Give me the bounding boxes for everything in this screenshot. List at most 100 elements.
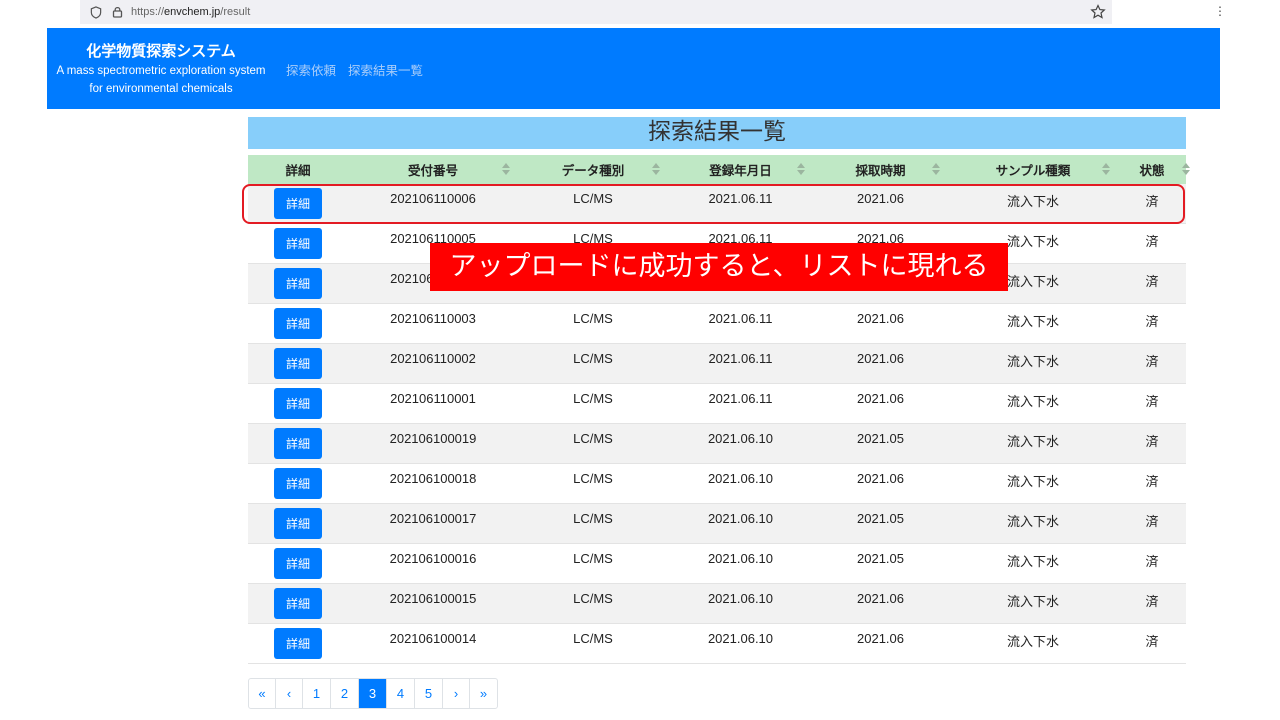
cell-receipt-number: 202106100014 bbox=[389, 631, 477, 646]
cell-sampling-period: 2021.06 bbox=[857, 591, 904, 606]
table-row: 詳細 202106110001 LC/MS 2021.06.11 2021.06 流入下水… bbox=[248, 384, 1186, 424]
sort-icon[interactable] bbox=[1102, 163, 1110, 176]
sort-icon[interactable] bbox=[652, 163, 660, 176]
sort-icon[interactable] bbox=[1182, 163, 1190, 176]
page-link[interactable]: « bbox=[249, 679, 276, 708]
header-sample-type[interactable]: サンプル種類 bbox=[948, 155, 1118, 184]
pagination: «‹ 1 2 3 4 5 ›» bbox=[248, 678, 498, 709]
cell-detail: 詳細 bbox=[248, 624, 348, 663]
cell-sample-type: 流入下水 bbox=[1006, 315, 1059, 330]
cell-detail: 詳細 bbox=[248, 584, 348, 623]
detail-button[interactable]: 詳細 bbox=[274, 388, 322, 419]
detail-button[interactable]: 詳細 bbox=[274, 588, 322, 619]
brand-subtitle-line2: for environmental chemicals bbox=[89, 83, 233, 95]
detail-button[interactable]: 詳細 bbox=[274, 468, 322, 499]
page-link[interactable]: 1 bbox=[303, 679, 331, 708]
cell-data-type: LC/MS bbox=[573, 431, 613, 446]
address-bar[interactable]: https://envchem.jp/result bbox=[80, 0, 1112, 24]
brand-subtitle-line1: A mass spectrometric exploration system bbox=[56, 65, 266, 77]
cell-detail: 詳細 bbox=[248, 264, 348, 303]
cell-status: 済 bbox=[1145, 555, 1159, 570]
url-text: https://envchem.jp/result bbox=[131, 6, 251, 18]
results-table: 詳細 受付番号 データ種別 登録年月日 採取時期 サンプル種類 状態 詳細 202… bbox=[248, 155, 1190, 664]
page-link[interactable]: › bbox=[443, 679, 470, 708]
cell-data-type: LC/MS bbox=[573, 391, 613, 406]
cell-registration-date: 2021.06.11 bbox=[708, 391, 773, 406]
sort-icon[interactable] bbox=[502, 163, 510, 176]
table-row: 詳細 202106100015 LC/MS 2021.06.10 2021.06 流入下水… bbox=[248, 584, 1186, 624]
table-row: 詳細 202106110003 LC/MS 2021.06.11 2021.06 流入下水… bbox=[248, 304, 1186, 344]
cell-detail: 詳細 bbox=[248, 464, 348, 503]
cell-registration-date: 2021.06.10 bbox=[707, 431, 774, 446]
cell-data-type: LC/MS bbox=[573, 311, 613, 326]
detail-button[interactable]: 詳細 bbox=[274, 428, 322, 459]
cell-registration-date: 2021.06.10 bbox=[707, 471, 774, 486]
header-data-type[interactable]: データ種別 bbox=[518, 155, 668, 184]
cell-data-type: LC/MS bbox=[573, 351, 613, 366]
page-link[interactable]: ‹ bbox=[276, 679, 303, 708]
bookmark-star-icon[interactable] bbox=[1090, 4, 1106, 20]
cell-data-type: LC/MS bbox=[573, 631, 613, 646]
header-registration-date[interactable]: 登録年月日 bbox=[668, 155, 813, 184]
table-row: 詳細 202106100019 LC/MS 2021.06.10 2021.05 流入下水… bbox=[248, 424, 1186, 464]
cell-registration-date: 2021.06.11 bbox=[708, 351, 773, 366]
detail-button[interactable]: 詳細 bbox=[274, 348, 322, 379]
nav-link-request[interactable]: 探索依頼 bbox=[286, 60, 336, 79]
cell-receipt-number: 202106110001 bbox=[390, 391, 476, 406]
shield-icon bbox=[90, 5, 102, 19]
cell-receipt-number: 202106100016 bbox=[389, 551, 477, 566]
header-detail: 詳細 bbox=[285, 163, 311, 178]
table-row: 詳細 202106100016 LC/MS 2021.06.10 2021.05 流入下水… bbox=[248, 544, 1186, 584]
detail-button[interactable]: 詳細 bbox=[274, 268, 322, 299]
table-row: 詳細 202106100018 LC/MS 2021.06.10 2021.06 流入下水… bbox=[248, 464, 1186, 504]
header-sampling-period[interactable]: 採取時期 bbox=[813, 155, 948, 184]
cell-data-type: LC/MS bbox=[573, 511, 613, 526]
nav-links: 探索依頼 探索結果一覧 bbox=[286, 60, 423, 79]
page-link[interactable]: 3 bbox=[359, 679, 387, 708]
cell-sample-type: 流入下水 bbox=[1006, 355, 1059, 370]
detail-button[interactable]: 詳細 bbox=[274, 628, 322, 659]
table-row: 詳細 202106100014 LC/MS 2021.06.10 2021.06 流入下水… bbox=[248, 624, 1186, 664]
cell-sample-type: 流入下水 bbox=[1006, 555, 1059, 570]
detail-button[interactable]: 詳細 bbox=[274, 308, 322, 339]
cell-sampling-period: 2021.06 bbox=[857, 311, 904, 326]
detail-button[interactable]: 詳細 bbox=[274, 228, 322, 259]
cell-sample-type: 流入下水 bbox=[1006, 475, 1059, 490]
table-row: 詳細 202106110002 LC/MS 2021.06.11 2021.06 流入下水… bbox=[248, 344, 1186, 384]
cell-receipt-number: 202106100019 bbox=[389, 431, 477, 446]
cell-status: 済 bbox=[1145, 275, 1159, 290]
page-link[interactable]: 2 bbox=[331, 679, 359, 708]
page-link[interactable]: 4 bbox=[387, 679, 415, 708]
cell-data-type: LC/MS bbox=[573, 471, 613, 486]
cell-sampling-period: 2021.06 bbox=[857, 631, 904, 646]
cell-sample-type: 流入下水 bbox=[1006, 435, 1059, 450]
navbar: 化学物質探索システム A mass spectrometric explorat… bbox=[47, 28, 1220, 109]
table-header: 詳細 受付番号 データ種別 登録年月日 採取時期 サンプル種類 状態 bbox=[248, 155, 1190, 184]
lock-icon bbox=[112, 6, 123, 18]
detail-button[interactable]: 詳細 bbox=[274, 508, 322, 539]
brand[interactable]: 化学物質探索システム A mass spectrometric explorat… bbox=[47, 40, 275, 98]
sort-icon[interactable] bbox=[797, 163, 805, 176]
sort-icon[interactable] bbox=[932, 163, 940, 176]
page-link[interactable]: 5 bbox=[415, 679, 443, 708]
detail-button[interactable]: 詳細 bbox=[274, 548, 322, 579]
cell-receipt-number: 202106100018 bbox=[389, 471, 477, 486]
cell-sample-type: 流入下水 bbox=[1006, 395, 1059, 410]
cell-sample-type: 流入下水 bbox=[1006, 635, 1059, 650]
cell-detail: 詳細 bbox=[248, 424, 348, 463]
highlight-box bbox=[242, 184, 1185, 224]
header-receipt-number[interactable]: 受付番号 bbox=[348, 155, 518, 184]
cell-registration-date: 2021.06.10 bbox=[707, 511, 774, 526]
cell-registration-date: 2021.06.10 bbox=[707, 551, 774, 566]
cell-receipt-number: 202106110002 bbox=[390, 351, 476, 366]
cell-registration-date: 2021.06.10 bbox=[707, 631, 774, 646]
cell-registration-date: 2021.06.11 bbox=[708, 311, 773, 326]
toolbar-overflow-icon[interactable]: ⋮ bbox=[1214, 4, 1226, 18]
nav-link-results[interactable]: 探索結果一覧 bbox=[348, 60, 423, 79]
cell-status: 済 bbox=[1145, 315, 1159, 330]
cell-sampling-period: 2021.05 bbox=[857, 511, 904, 526]
page-link[interactable]: » bbox=[470, 679, 497, 708]
cell-sampling-period: 2021.05 bbox=[857, 431, 904, 446]
header-status[interactable]: 状態 bbox=[1118, 155, 1190, 184]
cell-sampling-period: 2021.06 bbox=[857, 391, 904, 406]
